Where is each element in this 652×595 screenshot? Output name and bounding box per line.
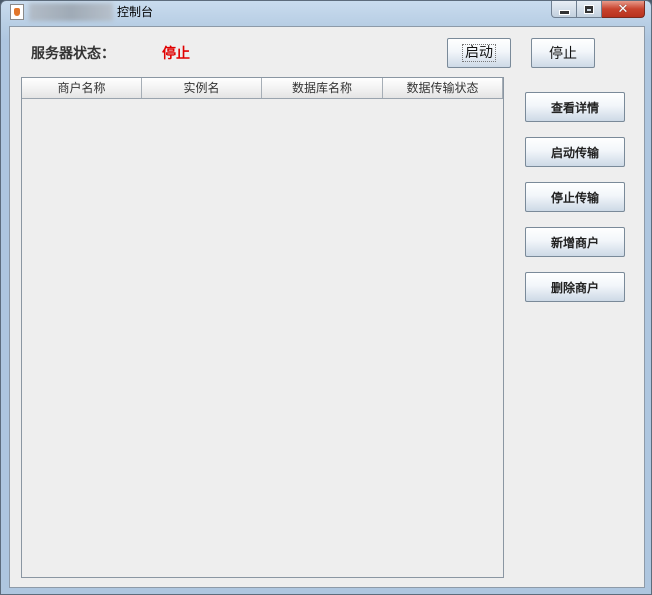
minimize-button[interactable] [551,1,577,18]
content-panel: 服务器状态： 停止 启动 停止 商户名称 实例名 数据库名称 数据传输状态 查看… [9,26,645,588]
start-button[interactable]: 启动 [447,38,511,68]
add-merchant-button[interactable]: 新增商户 [525,227,625,257]
delete-merchant-button[interactable]: 删除商户 [525,272,625,302]
column-header-instance-name[interactable]: 实例名 [142,78,262,98]
add-merchant-label: 新增商户 [550,235,599,250]
window-controls: ✕ [551,1,645,19]
table-header: 商户名称 实例名 数据库名称 数据传输状态 [22,78,503,99]
start-transfer-label: 启动传输 [550,145,599,160]
column-header-merchant-name[interactable]: 商户名称 [22,78,142,98]
title-bar[interactable]: 控制台 ✕ [1,1,651,23]
stop-button[interactable]: 停止 [531,38,595,68]
server-status-label: 服务器状态： [31,46,115,62]
stop-button-label: 停止 [549,46,577,62]
delete-merchant-label: 删除商户 [550,280,599,295]
stop-transfer-label: 停止传输 [550,190,599,205]
column-header-database-name[interactable]: 数据库名称 [262,78,383,98]
app-window: 控制台 ✕ 服务器状态： 停止 启动 停止 商户名称 实例名 数据库名称 数据传… [0,0,652,595]
view-details-label: 查看详情 [550,100,599,115]
close-icon: ✕ [617,1,629,17]
merchant-table[interactable]: 商户名称 实例名 数据库名称 数据传输状态 [21,77,504,578]
window-title: 控制台 [117,5,154,19]
close-button[interactable]: ✕ [602,1,645,18]
view-details-button[interactable]: 查看详情 [525,92,625,122]
maximize-button[interactable] [577,1,602,18]
java-cup-icon[interactable] [10,4,24,20]
minimize-icon [558,9,570,15]
start-transfer-button[interactable]: 启动传输 [525,137,625,167]
redacted-title-prefix [29,3,113,21]
start-button-label: 启动 [462,44,496,62]
server-status-value: 停止 [162,46,190,62]
maximize-icon [584,4,594,14]
stop-transfer-button[interactable]: 停止传输 [525,182,625,212]
column-header-transfer-status[interactable]: 数据传输状态 [383,78,503,98]
